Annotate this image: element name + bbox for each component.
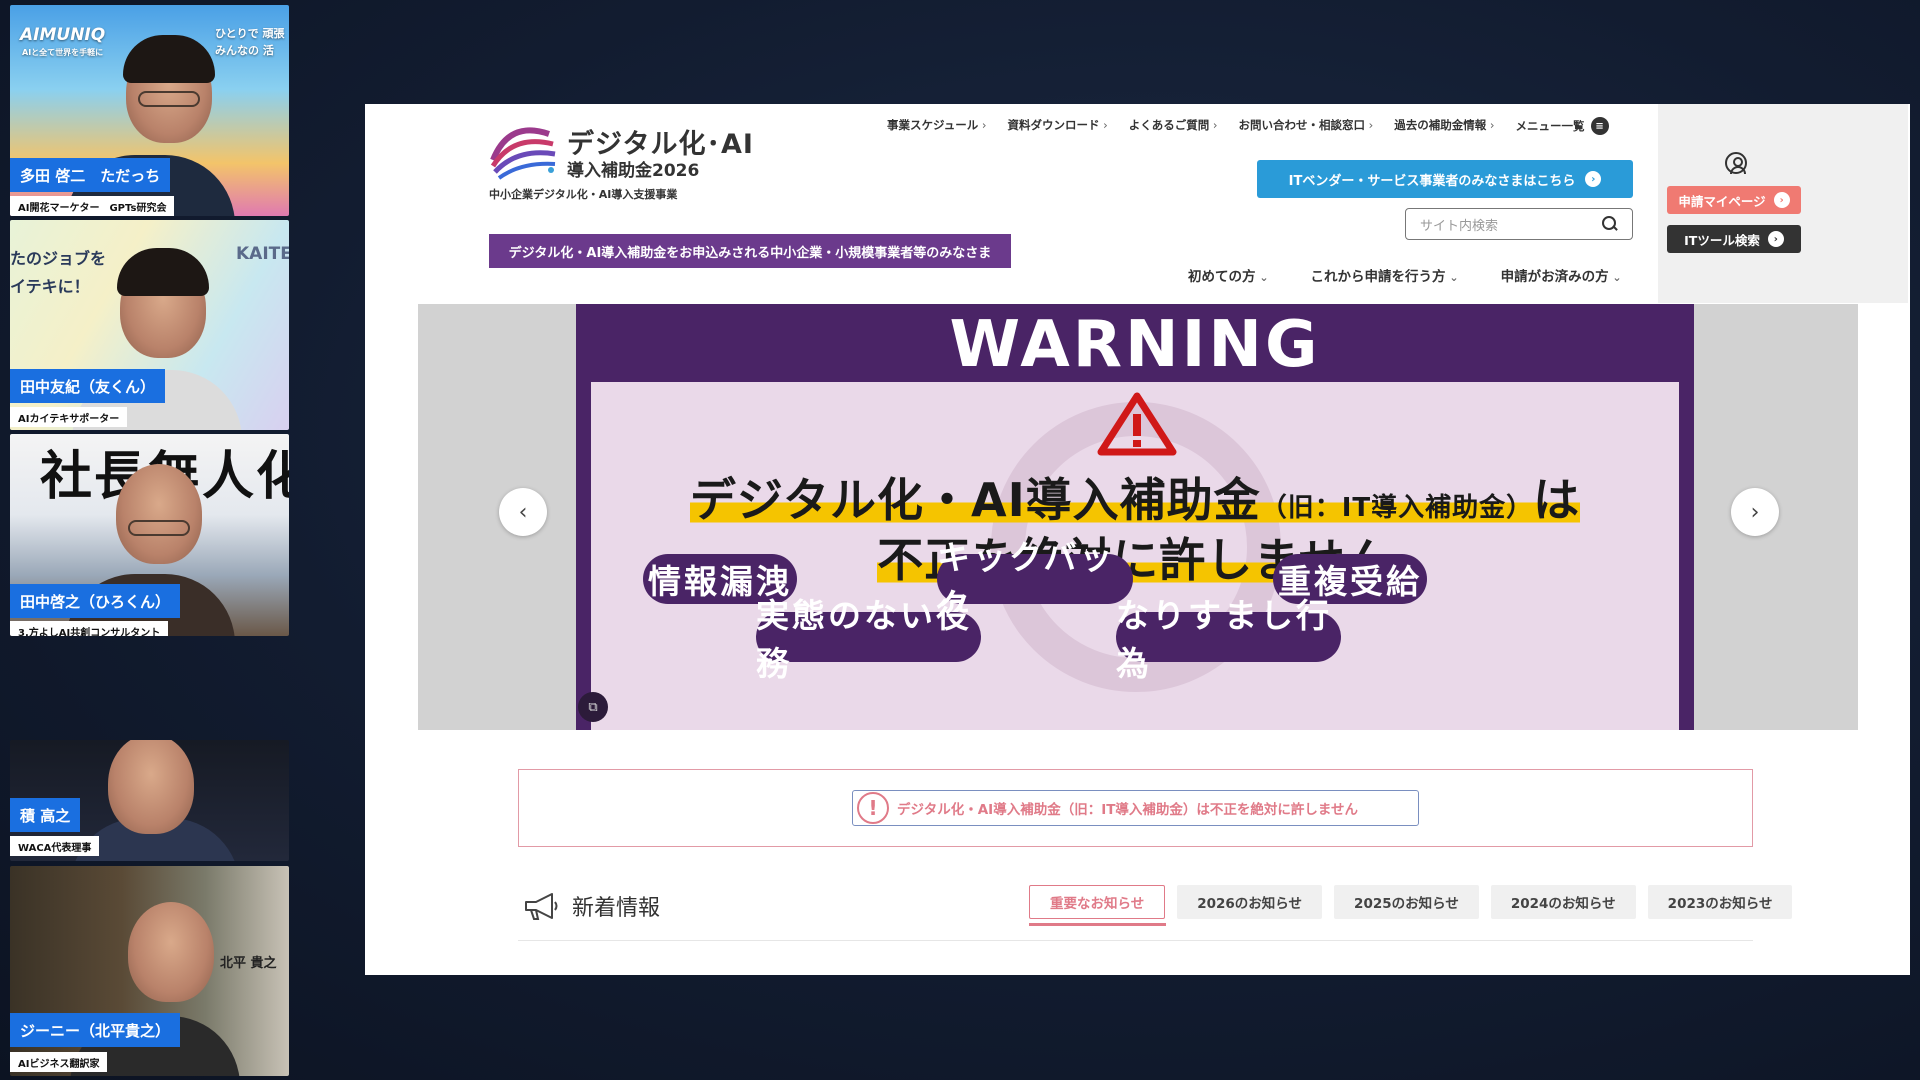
participant-name: 多田 啓二 ただっち: [10, 158, 171, 192]
user-icon[interactable]: [1725, 152, 1747, 174]
search-placeholder: サイト内検索: [1420, 218, 1499, 234]
participant-title: AI開花マーケター GPTs研究会: [10, 196, 175, 216]
participant-title: WACA代表理事: [10, 836, 100, 856]
carousel-prev-button[interactable]: ‹: [499, 488, 547, 536]
vendor-button-label: ITベンダー・サービス事業者のみなさまはこちら: [1288, 173, 1576, 189]
hamburger-icon: ≡: [1590, 117, 1609, 135]
pill-nonexistent-service: 実態のない役務: [756, 596, 981, 683]
tab-2025[interactable]: 2025のお知らせ: [1334, 885, 1479, 919]
nav-downloads[interactable]: 資料ダウンロード: [1007, 117, 1107, 135]
headline-main: デジタル化・AI導入補助金: [689, 473, 1261, 527]
warning-slide[interactable]: WARNING デジタル化・AI導入補助金（旧：IT導入補助金）は 不正を絶対に…: [576, 304, 1694, 730]
glasses: [128, 520, 190, 536]
fraud-alert-link[interactable]: ! デジタル化・AI導入補助金（旧：IT導入補助金）は不正を絶対に許しません: [852, 790, 1419, 826]
menu-all-label: メニュー一覧: [1515, 119, 1585, 133]
overlay-left-text: たのジョブを イテキに！: [10, 249, 107, 296]
overlay-tagline: AIと全て世界を手軽に: [22, 48, 104, 57]
overlay-brand: AIMUNIQ: [20, 25, 106, 45]
search-icon[interactable]: [1602, 216, 1618, 232]
headline-tail: は: [1533, 473, 1581, 527]
nav-contact[interactable]: お問い合わせ・相談窓口: [1239, 117, 1374, 135]
overlay-right-text: 北平 貴之: [220, 956, 277, 971]
sme-banner-label: デジタル化・AI導入補助金をお申込みされる中小企業・小規模事業者等のみなさま: [508, 245, 992, 261]
copy-icon[interactable]: ⧉: [578, 692, 608, 722]
news-tabs: 重要なお知らせ 2026のお知らせ 2025のお知らせ 2024のお知らせ 20…: [1028, 885, 1793, 926]
arrow-right-icon: ›: [1585, 171, 1602, 187]
participant-name: ジーニー（北平貴之）: [10, 1013, 181, 1047]
it-tool-search-button[interactable]: ITツール検索 ›: [1667, 225, 1801, 253]
nav-schedule[interactable]: 事業スケジュール: [887, 117, 986, 135]
headline-former-name: （旧：IT導入補助金）: [1260, 493, 1534, 523]
slide-title: WARNING: [949, 308, 1321, 382]
shared-screen: デジタル化･AI 導入補助金2026 中小企業デジタル化・AI導入支援事業 事業…: [365, 104, 1910, 975]
nav-applying[interactable]: これから申請を行う方: [1311, 265, 1459, 285]
exclamation-icon: !: [857, 792, 889, 824]
carousel-next-button[interactable]: ›: [1731, 488, 1779, 536]
top-nav: 事業スケジュール 資料ダウンロード よくあるご質問 お問い合わせ・相談窓口 過去…: [887, 117, 1609, 135]
tab-important[interactable]: 重要なお知らせ: [1028, 885, 1166, 926]
fraud-alert-box: ! デジタル化・AI導入補助金（旧：IT導入補助金）は不正を絶対に許しません: [518, 769, 1753, 847]
divider: [518, 940, 1753, 941]
overlay-right-text: ひとりで 頑張 みんなの 活: [215, 27, 285, 57]
nav-faq[interactable]: よくあるご質問: [1129, 117, 1218, 135]
participant-name: 田中啓之（ひろくん）: [10, 584, 181, 618]
logo-subtitle: 導入補助金2026: [567, 161, 700, 181]
overlay-right-text: KAITE: [236, 244, 289, 264]
tab-2026[interactable]: 2026のお知らせ: [1177, 885, 1323, 919]
slide-headline: デジタル化・AI導入補助金（旧：IT導入補助金）は: [591, 464, 1679, 530]
participant-tile-1[interactable]: AIMUNIQ AIと全て世界を手軽に ひとりで 頑張 みんなの 活 多田 啓二…: [10, 5, 289, 216]
participant-name: 田中友紀（友くん）: [10, 369, 166, 403]
participant-tile-5[interactable]: 北平 貴之 ジーニー（北平貴之） AIビジネス翻訳家: [10, 866, 289, 1076]
tab-2024[interactable]: 2024のお知らせ: [1490, 885, 1636, 919]
fraud-alert-text: デジタル化・AI導入補助金（旧：IT導入補助金）は不正を絶対に許しません: [897, 802, 1359, 818]
news-title: 新着情報: [572, 896, 661, 921]
slide-panel: デジタル化・AI導入補助金（旧：IT導入補助金）は 不正を絶対に許しません 情報…: [591, 382, 1679, 730]
nav-first-time[interactable]: 初めての方: [1188, 265, 1269, 285]
tab-2023[interactable]: 2023のお知らせ: [1647, 885, 1793, 919]
participant-title: 3.方よしAI共創コンサルタント: [10, 621, 169, 636]
megaphone-icon: [525, 893, 558, 920]
participant-tile-3[interactable]: 社長無人化 田中啓之（ひろくん） 3.方よしAI共創コンサルタント: [10, 434, 289, 636]
news-heading: 新着情報: [522, 890, 660, 922]
vendor-button[interactable]: ITベンダー・サービス事業者のみなさまはこちら ›: [1257, 160, 1633, 198]
mypage-button[interactable]: 申請マイページ ›: [1667, 186, 1801, 214]
nav-applied[interactable]: 申請がお済みの方: [1501, 265, 1622, 285]
arrow-right-icon: ›: [1773, 192, 1790, 208]
menu-all-button[interactable]: メニュー一覧 ≡: [1516, 117, 1609, 135]
participant-name: 積 高之: [10, 798, 81, 832]
person-face: [128, 902, 214, 1002]
participant-title: AIビジネス翻訳家: [10, 1052, 108, 1072]
glasses: [138, 91, 200, 107]
hero-carousel: WARNING デジタル化・AI導入補助金（旧：IT導入補助金）は 不正を絶対に…: [418, 304, 1858, 730]
website: デジタル化･AI 導入補助金2026 中小企業デジタル化・AI導入支援事業 事業…: [365, 104, 1910, 975]
participant-tile-4[interactable]: 積 高之 WACA代表理事: [10, 740, 289, 861]
participant-title: AIカイテキサポーター: [10, 407, 128, 427]
person-face: [116, 464, 202, 564]
nav-past-info[interactable]: 過去の補助金情報: [1394, 117, 1494, 135]
person-face: [108, 740, 194, 834]
sme-banner-link[interactable]: デジタル化・AI導入補助金をお申込みされる中小企業・小規模事業者等のみなさま: [489, 234, 1011, 268]
logo-tagline: 中小企業デジタル化・AI導入支援事業: [489, 188, 678, 201]
warning-icon: [1097, 392, 1177, 456]
mypage-button-label: 申請マイページ: [1678, 193, 1766, 209]
site-search-input[interactable]: サイト内検索: [1405, 208, 1633, 240]
main-nav: 初めての方 これから申請を行う方 申請がお済みの方: [1188, 265, 1622, 285]
arrow-right-icon: ›: [1767, 231, 1784, 247]
participant-tile-2[interactable]: たのジョブを イテキに！ KAITE 田中友紀（友くん） AIカイテキサポーター: [10, 220, 289, 430]
logo-icon: [490, 127, 556, 180]
it-tool-search-label: ITツール検索: [1684, 232, 1760, 248]
pill-impersonation: なりすまし行為: [1116, 596, 1341, 683]
